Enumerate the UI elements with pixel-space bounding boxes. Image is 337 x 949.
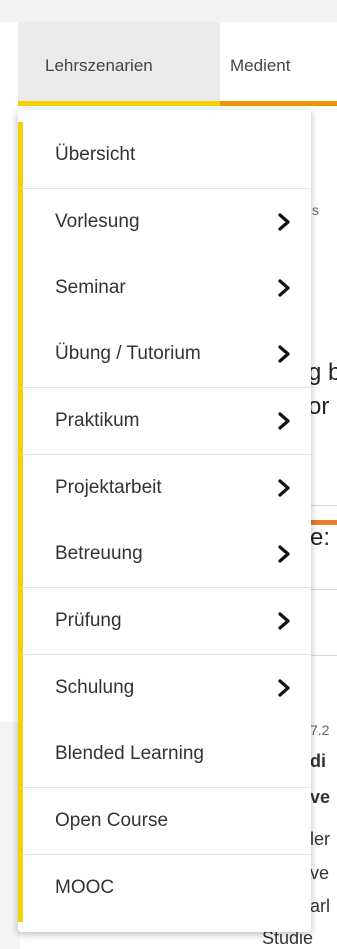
menu-item-label: Übung / Tutorium bbox=[55, 343, 201, 364]
menu-item-vorlesung[interactable]: Vorlesung bbox=[18, 189, 311, 256]
menu-item-label: Betreuung bbox=[55, 543, 143, 564]
menu-item-mooc[interactable]: MOOC bbox=[18, 855, 311, 922]
menu-item-schulung[interactable]: Schulung bbox=[18, 655, 311, 722]
menu-item-seminar[interactable]: Seminar bbox=[18, 255, 311, 322]
bg-heading-fragment: g b bbox=[308, 359, 337, 386]
tab-medien[interactable]: Medient bbox=[220, 22, 337, 106]
tab-label: Medient bbox=[230, 56, 291, 75]
menu-item-label: Praktikum bbox=[55, 410, 140, 431]
bg-date-fragment: 7.2 bbox=[310, 722, 330, 738]
menu-item-label: Vorlesung bbox=[55, 211, 140, 232]
menu-item-label: Prüfung bbox=[55, 610, 122, 631]
tab-label: Lehrszenarien bbox=[45, 56, 153, 75]
bg-text-fragment: arl bbox=[310, 896, 331, 916]
menu-item-uebung-tutorium[interactable]: Übung / Tutorium bbox=[18, 321, 311, 388]
chevron-right-icon[interactable] bbox=[277, 412, 291, 430]
chevron-right-icon[interactable] bbox=[277, 213, 291, 231]
chevron-right-icon[interactable] bbox=[277, 345, 291, 363]
menu-item-blended-learning[interactable]: Blended Learning bbox=[18, 721, 311, 788]
bg-heading-fragment: e: bbox=[310, 524, 331, 551]
menu-item-label: Übersicht bbox=[55, 144, 136, 165]
chevron-right-icon[interactable] bbox=[277, 479, 291, 497]
chevron-right-icon[interactable] bbox=[277, 679, 291, 697]
menu-item-label: MOOC bbox=[55, 877, 115, 898]
bg-text-fragment: ve bbox=[310, 863, 330, 883]
chevron-right-icon[interactable] bbox=[277, 545, 291, 563]
menu-item-uebersicht[interactable]: Übersicht bbox=[18, 122, 311, 189]
tab-lehrszenarien[interactable]: Lehrszenarien bbox=[18, 22, 220, 106]
bg-title-fragment: di bbox=[310, 751, 326, 771]
menu-item-label: Schulung bbox=[55, 677, 135, 698]
chevron-right-icon[interactable] bbox=[277, 279, 291, 297]
menu-item-label: Open Course bbox=[55, 810, 169, 831]
bg-heading-fragment: or bbox=[308, 393, 330, 420]
menu-item-label: Seminar bbox=[55, 277, 126, 298]
bg-title-fragment: ve bbox=[310, 787, 331, 807]
menu-item-label: Projektarbeit bbox=[55, 477, 162, 498]
menu-item-betreuung[interactable]: Betreuung bbox=[18, 521, 311, 588]
bg-text-fragment: s bbox=[312, 202, 319, 218]
chevron-right-icon[interactable] bbox=[277, 612, 291, 630]
top-band bbox=[0, 0, 337, 22]
bg-text-fragment: ler bbox=[310, 829, 331, 849]
menu-item-pruefung[interactable]: Prüfung bbox=[18, 588, 311, 655]
menu-item-label: Blended Learning bbox=[55, 743, 204, 764]
gray-strip bbox=[0, 722, 20, 949]
lehrszenarien-dropdown-menu: Übersicht Vorlesung Seminar Übung / Tuto… bbox=[18, 110, 311, 932]
menu-item-praktikum[interactable]: Praktikum bbox=[18, 388, 311, 455]
menu-item-projektarbeit[interactable]: Projektarbeit bbox=[18, 455, 311, 522]
menu-item-open-course[interactable]: Open Course bbox=[18, 788, 311, 855]
